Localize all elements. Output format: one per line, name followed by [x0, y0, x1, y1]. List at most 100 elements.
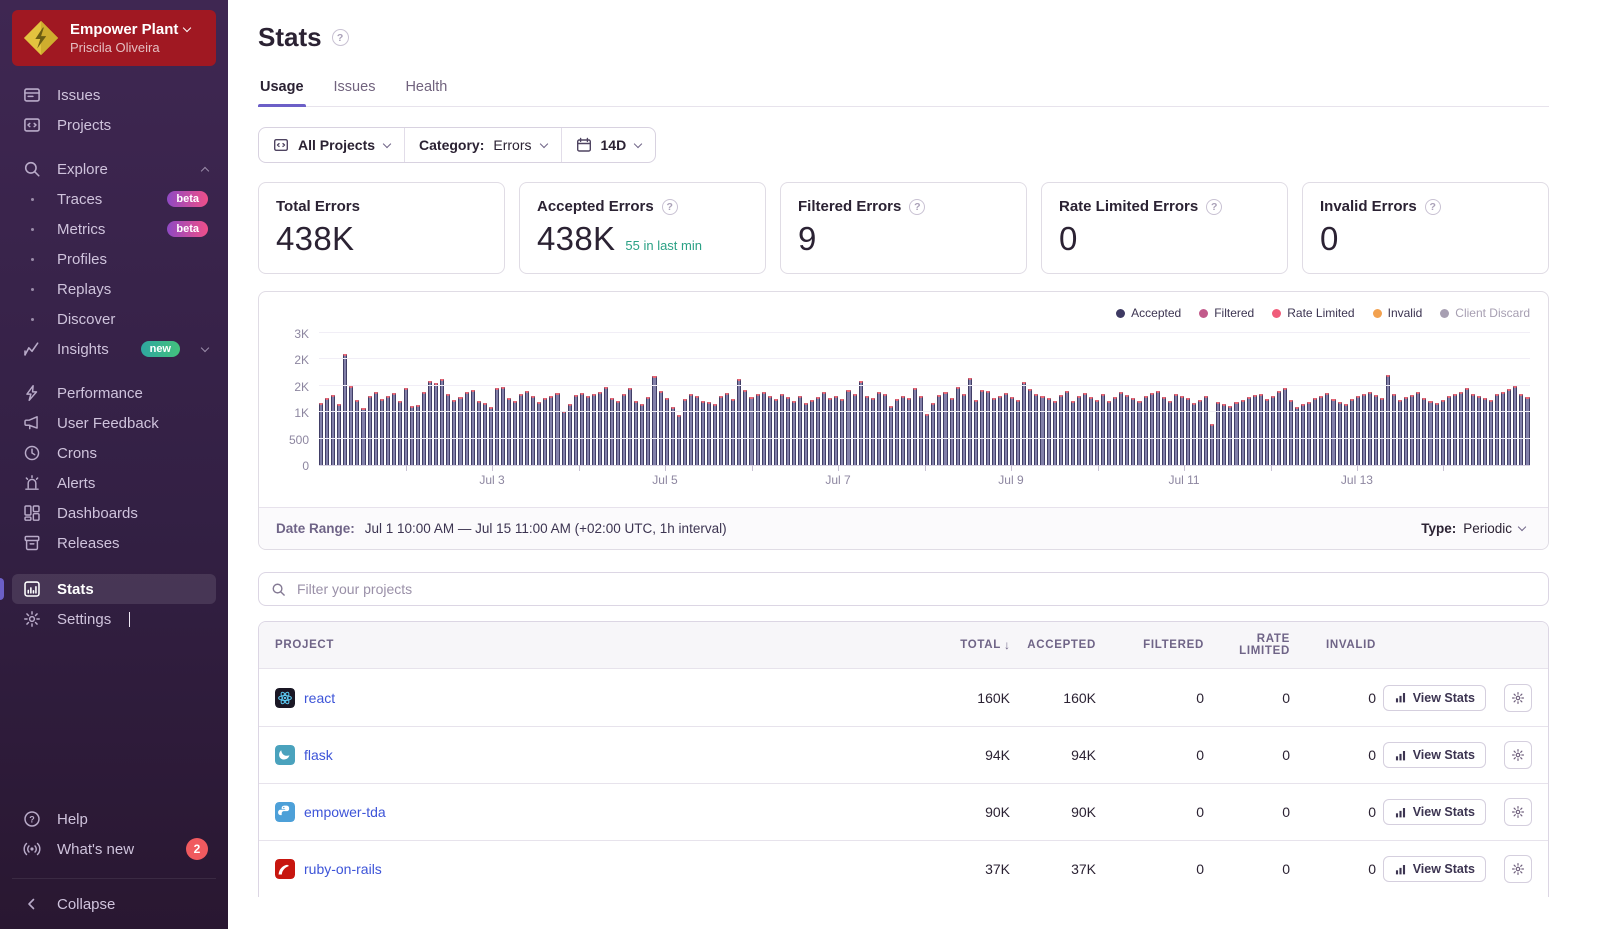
sidebar-item-help[interactable]: ? Help	[12, 804, 216, 834]
sidebar-footer: ? Help What's new 2 Collapse	[0, 804, 228, 929]
chart-bar	[1150, 393, 1154, 465]
chevron-left-icon	[23, 896, 41, 912]
legend-item-rate-limited[interactable]: Rate Limited	[1272, 306, 1354, 320]
chart-bar	[725, 393, 729, 465]
chart-bar	[610, 398, 614, 465]
legend-item-accepted[interactable]: Accepted	[1116, 306, 1181, 320]
sidebar-item-profiles[interactable]: Profiles	[12, 244, 216, 274]
project-settings-button[interactable]	[1504, 798, 1532, 826]
y-axis-label: 3K	[294, 327, 309, 341]
sidebar-item-user-feedback[interactable]: User Feedback	[12, 408, 216, 438]
chart-bar	[1392, 394, 1396, 465]
chart-type-dropdown[interactable]: Type: Periodic	[1415, 520, 1531, 537]
project-link[interactable]: empower-tda	[304, 804, 386, 820]
column-header-accepted[interactable]: ACCEPTED	[1010, 639, 1096, 651]
sidebar-item-releases[interactable]: Releases	[12, 528, 216, 558]
sidebar-item-stats[interactable]: Stats	[12, 574, 216, 604]
cell-rate-limited: 0	[1204, 747, 1290, 763]
chevron-down-icon	[634, 139, 642, 147]
cell-rate-limited: 0	[1204, 804, 1290, 820]
chart-bar	[1095, 400, 1099, 465]
card-invalid-errors: Invalid Errors 0	[1302, 182, 1549, 274]
usage-chart[interactable]	[319, 334, 1530, 466]
project-filter-dropdown[interactable]: All Projects	[259, 128, 404, 162]
chart-bar	[549, 396, 553, 465]
project-link[interactable]: ruby-on-rails	[304, 861, 382, 877]
chart-bar	[1186, 398, 1190, 465]
view-stats-button[interactable]: View Stats	[1383, 685, 1486, 711]
date-range-dropdown[interactable]: 14D	[561, 128, 656, 162]
legend-item-filtered[interactable]: Filtered	[1199, 306, 1254, 320]
chart-bar	[1501, 392, 1505, 465]
card-help-icon[interactable]	[909, 199, 925, 215]
chart-bar	[677, 415, 681, 465]
card-help-icon[interactable]	[1206, 199, 1222, 215]
sidebar-item-label: Insights	[57, 341, 109, 358]
chart-bar	[531, 396, 535, 465]
sidebar-item-discover[interactable]: Discover	[12, 304, 216, 334]
project-filter-input[interactable]	[295, 580, 1536, 598]
tab-issues[interactable]: Issues	[332, 79, 378, 106]
sidebar-item-whats-new[interactable]: What's new 2	[12, 834, 216, 864]
sidebar-item-performance[interactable]: Performance	[12, 378, 216, 408]
chart-bar	[671, 407, 675, 465]
x-axis-label: Jul 7	[825, 473, 850, 487]
org-switcher[interactable]: Empower Plant Priscila Oliveira	[12, 10, 216, 66]
column-header-filtered[interactable]: FILTERED	[1096, 639, 1204, 651]
card-subtext: 55 in last min	[625, 238, 702, 253]
chart-bar	[1204, 396, 1208, 465]
legend-item-client-discard[interactable]: Client Discard	[1440, 306, 1530, 320]
sidebar-item-replays[interactable]: Replays	[12, 274, 216, 304]
sidebar-item-crons[interactable]: Crons	[12, 438, 216, 468]
sidebar-item-label: Issues	[57, 87, 100, 104]
chart-bar	[1416, 392, 1420, 465]
line-chart-icon	[23, 340, 41, 358]
project-link[interactable]: react	[304, 690, 335, 706]
calendar-icon	[576, 137, 592, 153]
column-header-rate-limited[interactable]: RATE LIMITED	[1204, 633, 1290, 657]
sidebar-item-dashboards[interactable]: Dashboards	[12, 498, 216, 528]
view-stats-button[interactable]: View Stats	[1383, 856, 1486, 882]
project-settings-button[interactable]	[1504, 684, 1532, 712]
project-settings-button[interactable]	[1504, 741, 1532, 769]
column-header-project[interactable]: PROJECT	[275, 639, 918, 651]
chart-bar	[1507, 389, 1511, 465]
sidebar-item-insights[interactable]: Insights new	[12, 334, 216, 364]
tab-health[interactable]: Health	[403, 79, 449, 106]
chart-bar	[361, 408, 365, 465]
view-stats-button[interactable]: View Stats	[1383, 742, 1486, 768]
bullet-icon	[23, 288, 41, 291]
card-rate-limited-errors: Rate Limited Errors 0	[1041, 182, 1288, 274]
chart-bar	[1144, 396, 1148, 465]
column-header-total[interactable]: TOTAL	[918, 638, 1010, 652]
new-badge: new	[141, 341, 180, 357]
page-help-icon[interactable]	[332, 29, 349, 46]
card-help-icon[interactable]	[662, 199, 678, 215]
chart-bar	[871, 398, 875, 465]
x-axis-label: Jul 11	[1168, 473, 1199, 487]
category-label: Category:	[419, 137, 484, 153]
tab-usage[interactable]: Usage	[258, 79, 306, 106]
sidebar-item-metrics[interactable]: Metrics beta	[12, 214, 216, 244]
legend-item-invalid[interactable]: Invalid	[1373, 306, 1423, 320]
sidebar-item-projects[interactable]: Projects	[12, 110, 216, 140]
sidebar: Empower Plant Priscila Oliveira Issues P…	[0, 0, 228, 929]
x-axis-tick	[492, 465, 493, 471]
project-settings-button[interactable]	[1504, 855, 1532, 883]
sidebar-item-explore[interactable]: Explore	[12, 154, 216, 184]
view-stats-button[interactable]: View Stats	[1383, 799, 1486, 825]
category-dropdown[interactable]: Category: Errors	[404, 128, 560, 162]
sidebar-item-alerts[interactable]: Alerts	[12, 468, 216, 498]
x-axis-label: Jul 9	[998, 473, 1023, 487]
sidebar-item-traces[interactable]: Traces beta	[12, 184, 216, 214]
chart-bar	[683, 399, 687, 465]
chart-bar	[1228, 406, 1232, 465]
chart-bar	[865, 396, 869, 465]
project-link[interactable]: flask	[304, 747, 333, 763]
sidebar-item-settings[interactable]: Settings	[12, 604, 216, 634]
column-header-invalid[interactable]: INVALID	[1290, 639, 1376, 651]
sidebar-item-issues[interactable]: Issues	[12, 80, 216, 110]
card-help-icon[interactable]	[1425, 199, 1441, 215]
chart-bar	[1471, 394, 1475, 465]
sidebar-collapse-button[interactable]: Collapse	[12, 889, 216, 919]
